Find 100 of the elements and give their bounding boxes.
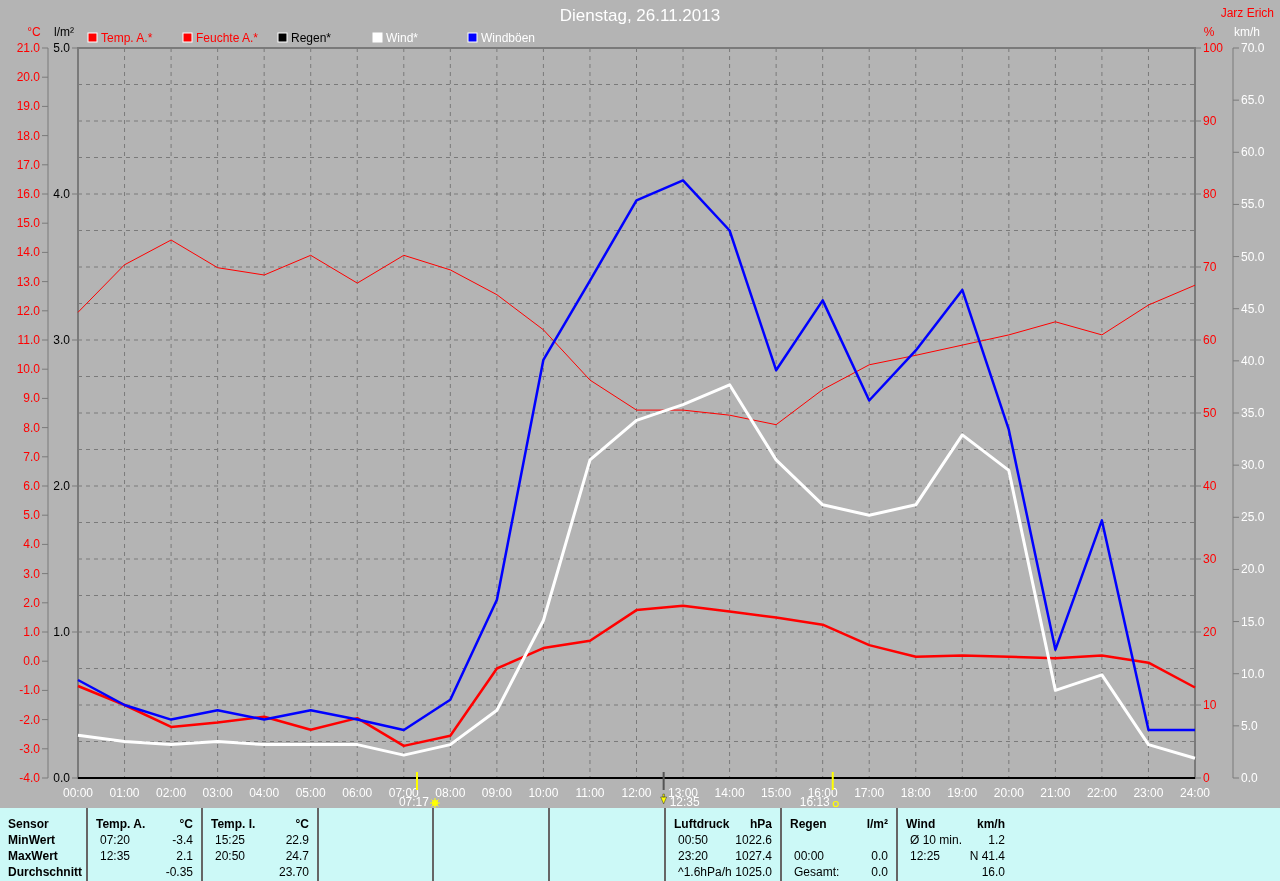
unit-header: °C: [179, 816, 193, 832]
column-header: Regen: [790, 816, 827, 832]
axis-tick-label: 20.0: [1241, 562, 1265, 577]
axis-tick-label: 1.0: [53, 625, 70, 639]
axis-tick-label: 70: [1203, 260, 1217, 274]
unit-header: l/m²: [866, 816, 888, 832]
axis-unit-label: l/m²: [54, 25, 74, 39]
axis-tick-label: 9.0: [23, 391, 40, 406]
table-cell: -0.35: [165, 864, 193, 880]
axis-tick-label: 55.0: [1241, 197, 1265, 212]
legend-label: Wind*: [386, 31, 418, 45]
table-cell: 0.0: [871, 848, 888, 864]
axis-tick-label: 04:00: [249, 786, 280, 800]
legend-label: Feuchte A.*: [196, 31, 259, 45]
axis-tick-label: 2.0: [53, 479, 70, 493]
axis-tick-label: 5.0: [23, 508, 40, 523]
table-cell: ^1.6hPa/h: [678, 864, 732, 880]
axis-tick-label: 20:00: [993, 786, 1024, 800]
axis-tick-label: 21:00: [1040, 786, 1071, 800]
axis-unit-label: %: [1203, 25, 1215, 39]
row-label: MinWert: [8, 832, 57, 848]
chart-title: Dienstag, 26.11.2013: [559, 6, 721, 25]
column-header: Temp. A.: [96, 816, 146, 832]
sun-icon: [832, 800, 839, 808]
table-cell: 12:35: [100, 848, 131, 864]
table-cell: 24.7: [285, 848, 309, 864]
axis-tick-label: 24:00: [1180, 786, 1210, 800]
axis-tick-label: 14.0: [16, 245, 40, 260]
table-cell: 12:25: [910, 848, 941, 864]
table-cell: 23.70: [278, 864, 309, 880]
unit-header: hPa: [750, 816, 772, 832]
axis-tick-label: 11:00: [575, 786, 605, 800]
axis-tick-label: 20.0: [16, 70, 40, 85]
axis-tick-label: 2.0: [23, 595, 40, 610]
axis-tick-label: 45.0: [1241, 301, 1265, 316]
axis-unit-label: km/h: [1234, 25, 1260, 39]
column-header: Temp. I.: [211, 816, 256, 832]
axis-tick-label: 5.0: [53, 41, 70, 55]
axis-tick-label: 19:00: [947, 786, 978, 800]
table-cell: 2.1: [176, 848, 193, 864]
table-cell: 00:50: [678, 832, 709, 848]
axis-tick-label: 5.0: [1241, 718, 1258, 733]
axis-tick-label: 12:00: [621, 786, 652, 800]
axis-tick-label: 01:00: [109, 786, 140, 800]
axis-unit-label: °C: [27, 25, 41, 39]
axis-tick-label: 4.0: [23, 537, 40, 552]
axis-tick-label: 15.0: [1241, 614, 1265, 629]
axis-tick-label: 14:00: [714, 786, 745, 800]
axis-tick-label: -3.0: [19, 741, 40, 756]
axis-tick-label: 22:00: [1086, 786, 1117, 800]
axis-tick-label: 65.0: [1241, 93, 1265, 108]
down-arrow-icon: [660, 793, 667, 805]
table-cell: 20:50: [215, 848, 246, 864]
legend-label: Windböen: [481, 31, 536, 45]
axis-tick-label: 80: [1203, 187, 1217, 201]
axis-tick-label: 08:00: [435, 786, 466, 800]
axis-tick-label: 23:00: [1133, 786, 1164, 800]
table-cell: 1022.6: [735, 832, 772, 848]
axis-tick-label: 0: [1203, 771, 1210, 785]
axis-tick-label: 10: [1203, 698, 1217, 712]
axis-tick-label: 0.0: [23, 654, 40, 669]
axis-tick-label: 40.0: [1241, 353, 1265, 368]
axis-tick-label: 6.0: [23, 479, 40, 493]
axis-tick-label: 35.0: [1241, 406, 1265, 420]
table-cell: 1027.4: [735, 848, 772, 864]
axis-tick-label: 02:00: [156, 786, 187, 800]
axis-tick-label: 50.0: [1241, 249, 1265, 264]
table-cell: 1025.0: [735, 864, 772, 880]
axis-tick-label: 10:00: [528, 786, 559, 800]
axis-tick-label: 60.0: [1241, 145, 1265, 160]
axis-tick-label: 90: [1203, 114, 1217, 128]
axis-tick-label: 40: [1203, 479, 1217, 493]
axis-tick-label: 0.0: [53, 771, 70, 785]
legend-label: Temp. A.*: [101, 31, 153, 45]
axis-tick-label: 15.0: [16, 216, 40, 231]
axis-tick-label: 4.0: [53, 187, 70, 201]
column-header: Wind: [906, 816, 936, 832]
table-cell: 00:00: [794, 848, 825, 864]
axis-tick-label: 50: [1203, 406, 1217, 420]
table-cell: 22.9: [285, 832, 309, 848]
axis-tick-label: 18:00: [900, 786, 931, 800]
row-label: MaxWert: [8, 848, 59, 864]
axis-tick-label: 30.0: [1241, 458, 1265, 473]
axis-tick-label: 16.0: [16, 187, 40, 201]
legend-label: Regen*: [291, 31, 332, 45]
axis-tick-label: -4.0: [19, 771, 40, 785]
table-cell: 16.0: [981, 864, 1005, 880]
axis-tick-label: 8.0: [23, 420, 40, 435]
axis-tick-label: 06:00: [342, 786, 373, 800]
axis-tick-label: 03:00: [202, 786, 233, 800]
axis-tick-label: 11.0: [17, 333, 40, 347]
axis-tick-label: 25.0: [1241, 510, 1265, 525]
axis-tick-label: 100: [1203, 41, 1224, 55]
axis-tick-label: 12.0: [16, 303, 40, 318]
axis-tick-label: 15:00: [761, 786, 792, 800]
axis-tick-label: 13.0: [16, 274, 40, 289]
table-cell: N 41.4: [969, 848, 1005, 864]
axis-tick-label: 17:00: [854, 786, 885, 800]
axis-tick-label: 30: [1203, 552, 1217, 566]
axis-tick-label: 1.0: [23, 625, 40, 639]
